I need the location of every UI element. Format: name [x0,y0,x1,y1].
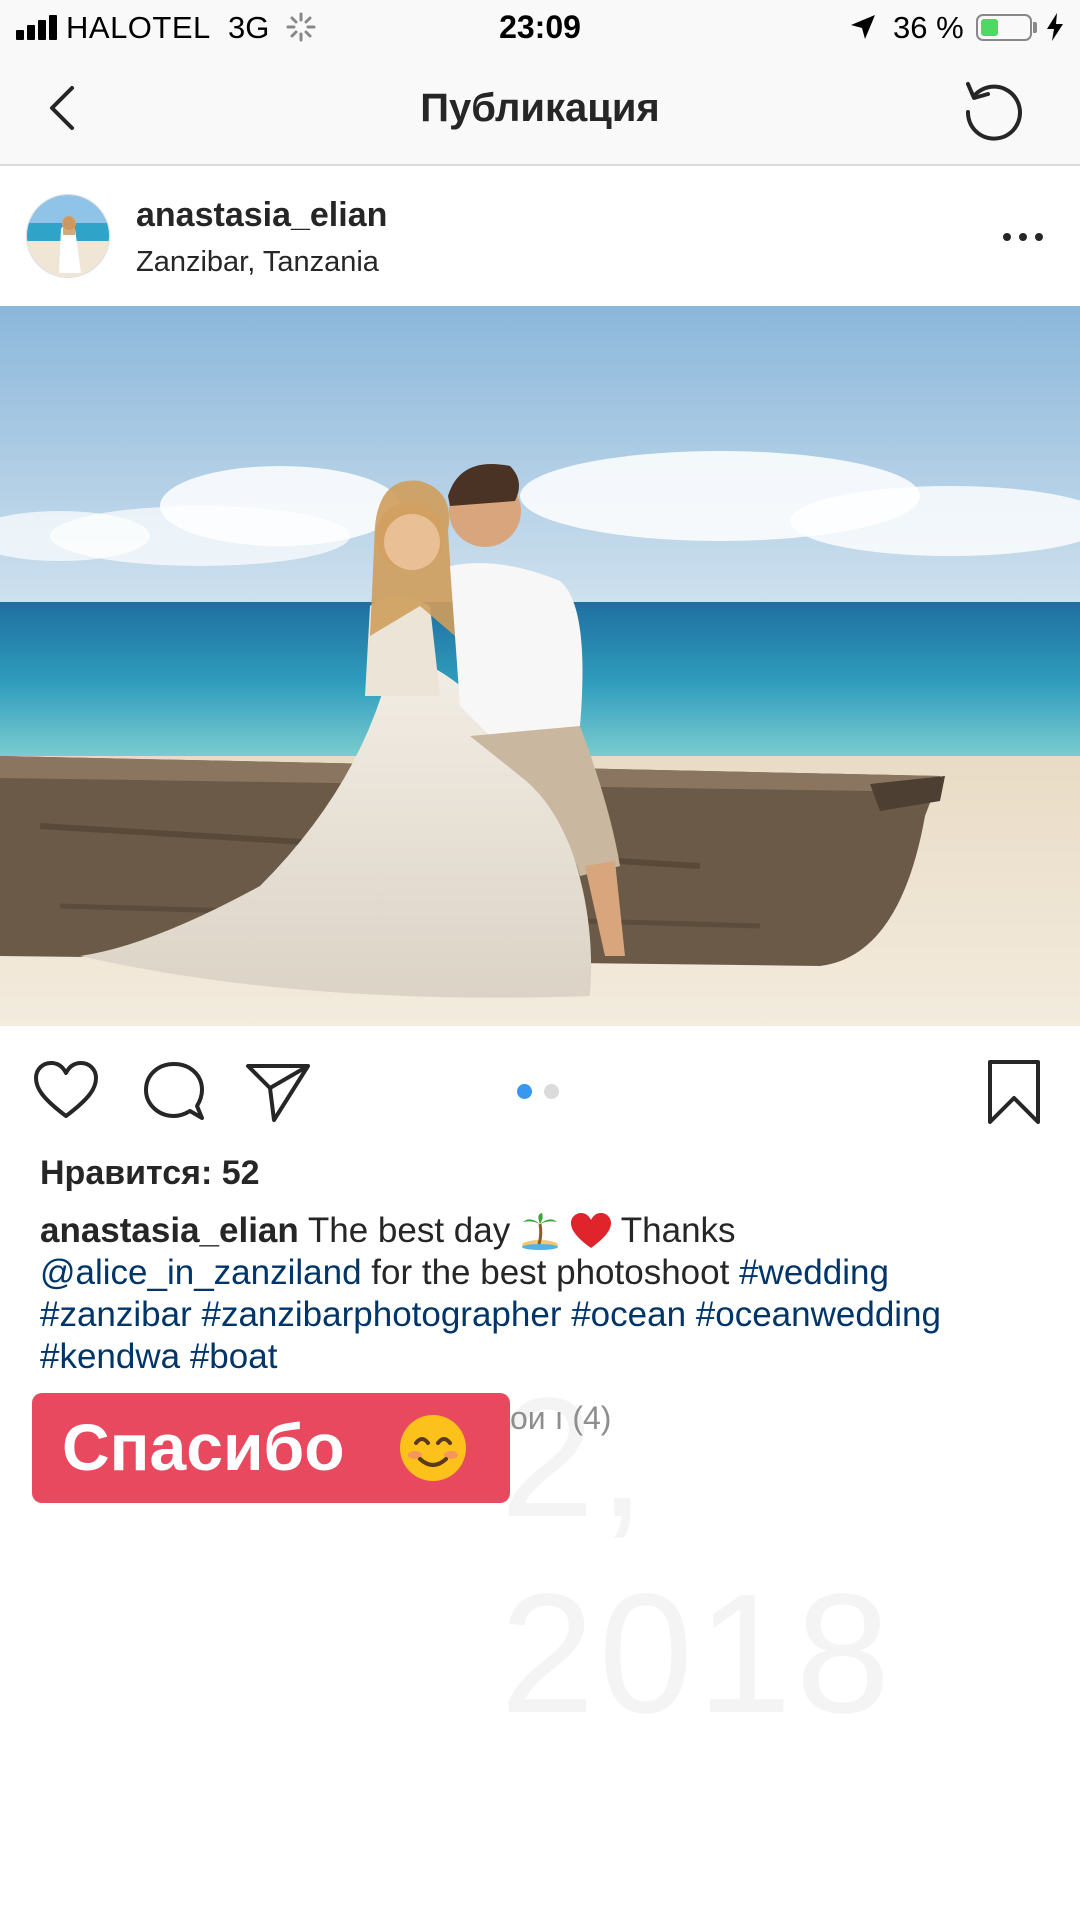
hashtag[interactable]: #zanzibarphotographer [202,1295,562,1334]
post-photo[interactable] [0,306,1080,1026]
battery-cap [1033,22,1037,33]
view-comments-link[interactable]: ои ı (4) [510,1400,611,1437]
caption-text: for the best photoshoot [371,1253,730,1292]
carousel-indicator [517,1084,567,1100]
like-heart-icon[interactable] [32,1058,100,1126]
carousel-dot [544,1084,559,1099]
hashtag[interactable]: #boat [190,1337,278,1376]
post-caption: anastasia_elian The best day Thanks @ali… [40,1210,1050,1378]
battery-level [981,19,998,36]
bookmark-icon[interactable] [980,1058,1048,1126]
charging-bolt-icon [1047,13,1063,41]
likes-count[interactable]: Нравится: 52 [40,1154,260,1193]
avatar-image [27,195,109,277]
location-arrow-icon [851,15,875,39]
post-username[interactable]: anastasia_elian [136,196,387,235]
red-heart-emoji-icon [570,1213,611,1248]
avatar[interactable] [26,194,110,278]
hashtag[interactable]: #zanzibar [40,1295,192,1334]
smiling-face-emoji-icon [400,1415,466,1481]
status-bar: HALOTEL 3G 23:09 36 % [0,0,1080,58]
battery-percent: 36 % [893,10,964,45]
refresh-button[interactable] [958,74,1028,144]
page-title: Публикация [420,86,660,130]
share-direct-icon[interactable] [244,1058,312,1126]
palm-island-emoji-icon [521,1213,558,1250]
caption-text: Thanks [620,1211,736,1250]
hashtag[interactable]: #oceanwedding [696,1295,941,1334]
thanks-sticker: Спасибо [32,1393,510,1503]
carousel-dot [517,1084,532,1099]
caption-username[interactable]: anastasia_elian [40,1211,299,1250]
nav-header: Публикация [0,58,1080,166]
caption-text: The best day [307,1211,511,1250]
sticker-label: Спасибо [62,1410,345,1484]
hashtag[interactable]: #ocean [571,1295,686,1334]
caption-mention[interactable]: @alice_in_zanziland [40,1253,362,1292]
comment-icon[interactable] [140,1058,208,1126]
more-options-button[interactable] [998,224,1048,250]
hashtag[interactable]: #wedding [739,1253,889,1292]
post-location[interactable]: Zanzibar, Tanzania [136,246,379,279]
wedding-photo-image [0,306,1080,1026]
hashtag[interactable]: #kendwa [40,1337,180,1376]
battery-icon [976,14,1032,41]
